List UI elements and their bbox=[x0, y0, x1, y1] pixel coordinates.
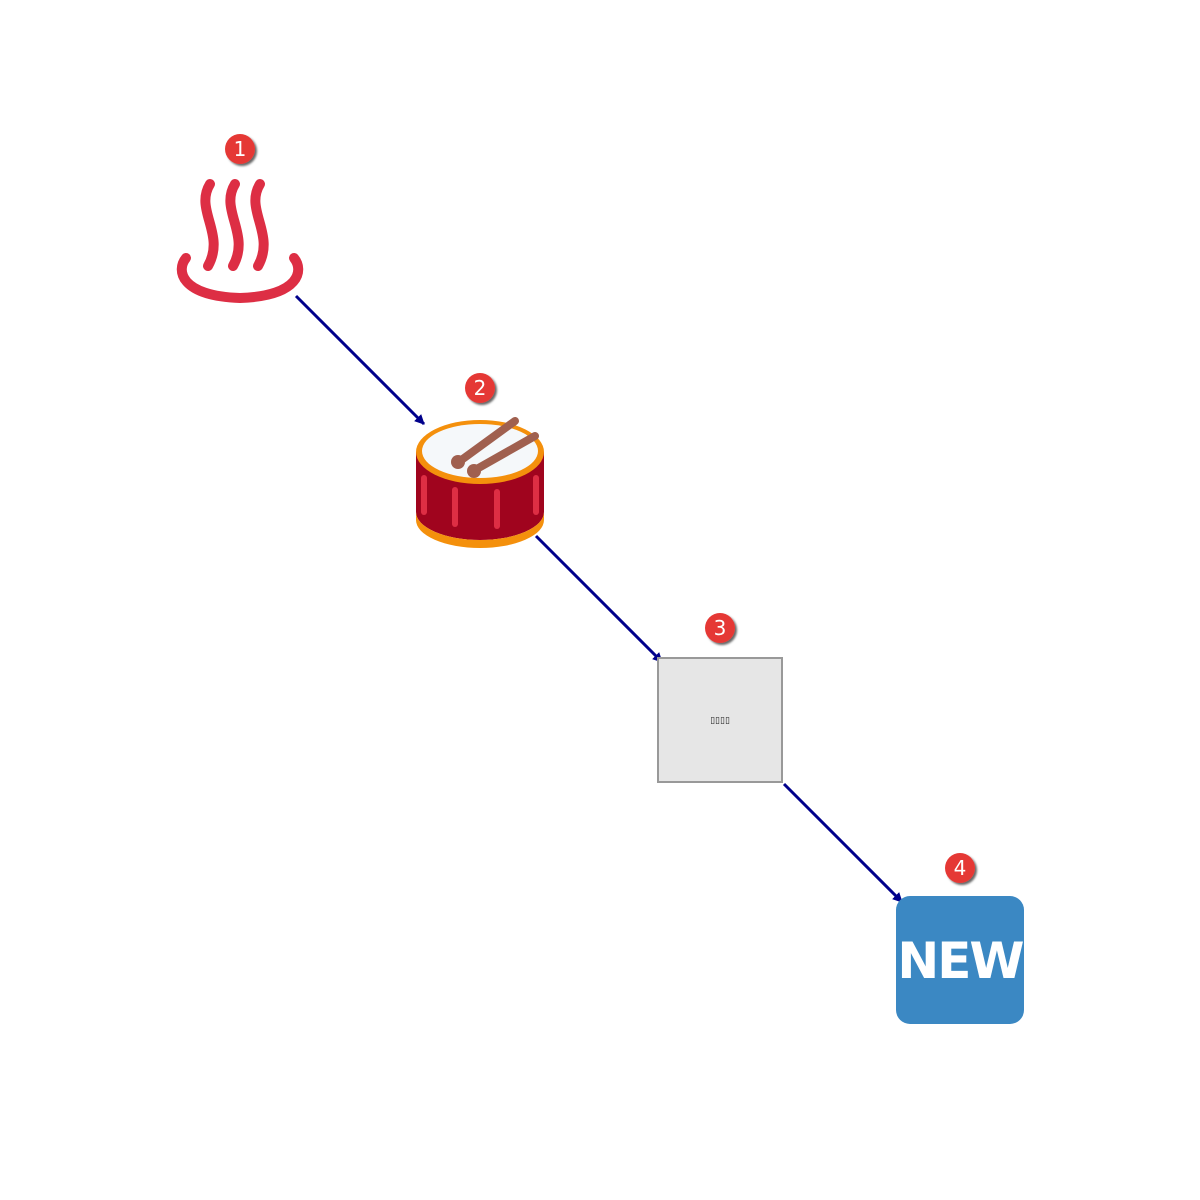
step-node-4: 4 NEW bbox=[896, 853, 1025, 1024]
new-button-icon: NEW bbox=[896, 896, 1025, 1024]
step-node-1: 1 bbox=[176, 134, 304, 304]
step-number-1: 1 bbox=[234, 137, 247, 161]
step-number-2: 2 bbox=[474, 376, 487, 400]
drum-icon bbox=[416, 417, 544, 548]
step-node-3: 3 ▯▯▯▯ bbox=[657, 613, 783, 783]
connector-arrow-2-3 bbox=[534, 534, 664, 664]
connector-arrow-3-4 bbox=[782, 782, 904, 904]
step-number-3: 3 bbox=[714, 616, 727, 640]
new-label: NEW bbox=[897, 932, 1023, 990]
step-node-2: 2 bbox=[416, 373, 544, 548]
hot-springs-icon bbox=[176, 179, 304, 304]
process-diagram: 1 2 3 ▯▯▯▯ 4 NEW bbox=[176, 134, 1025, 1024]
connector-arrow-1-2 bbox=[294, 294, 426, 426]
placeholder-label: ▯▯▯▯ bbox=[710, 716, 730, 726]
step-number-4: 4 bbox=[954, 856, 967, 880]
